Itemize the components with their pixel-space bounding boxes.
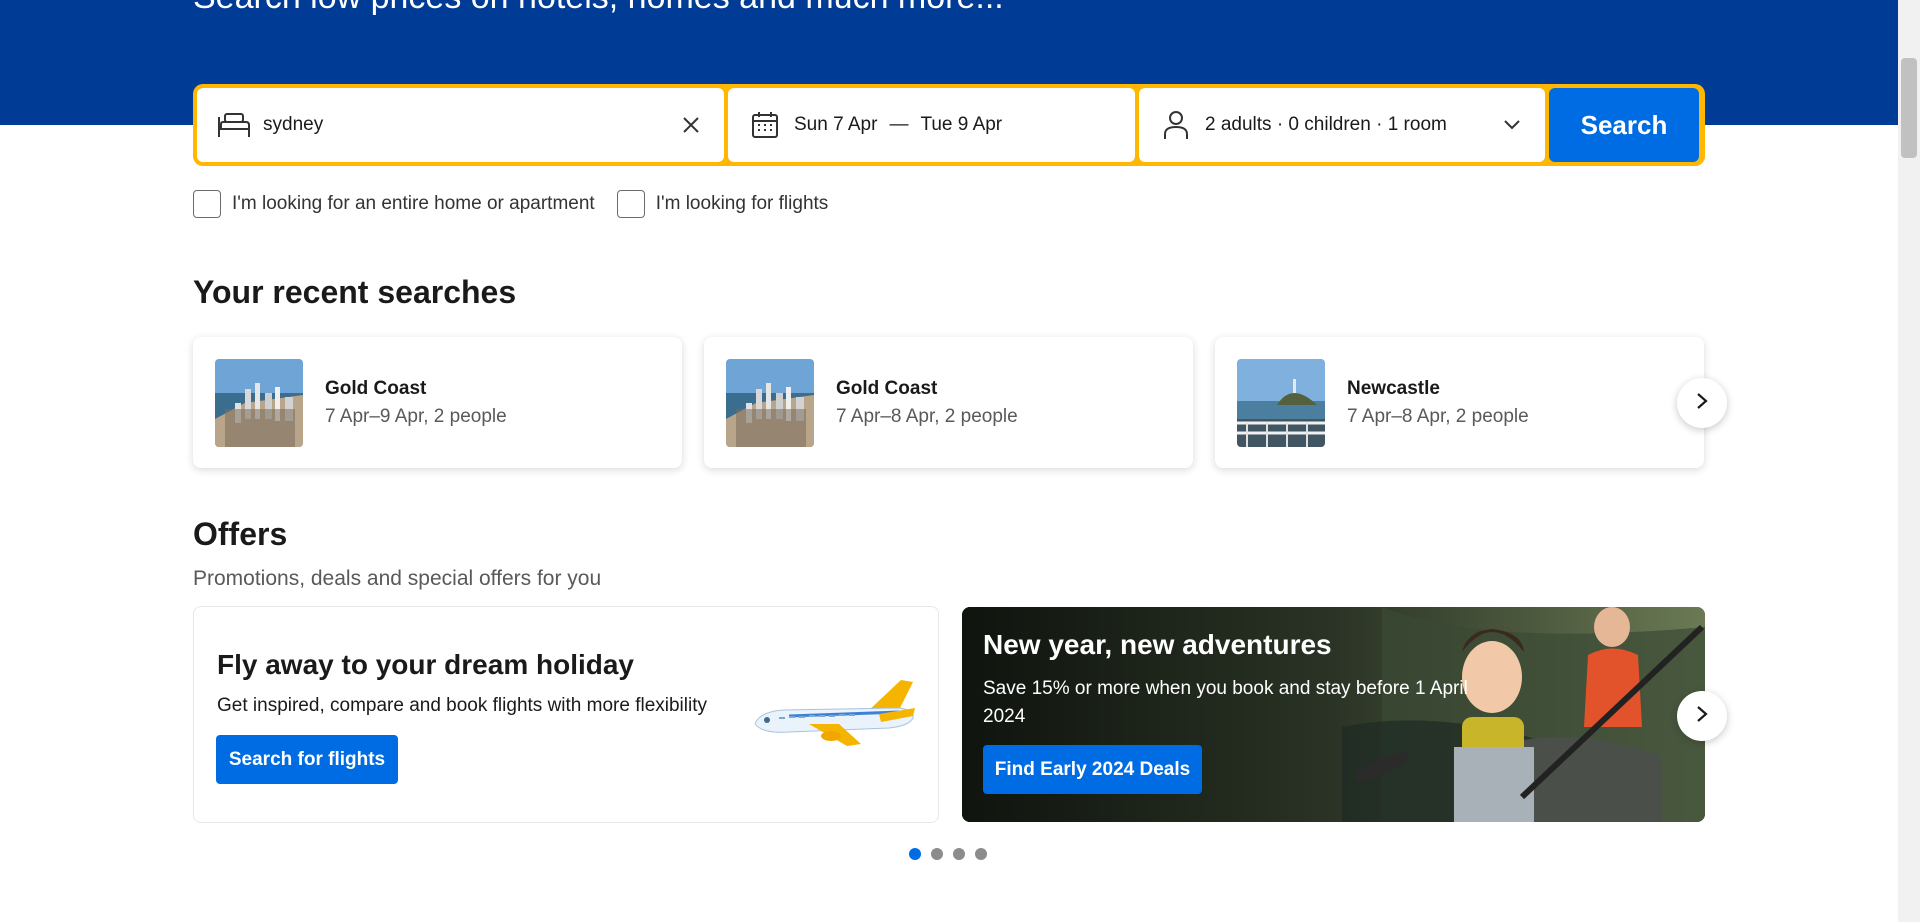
bed-icon xyxy=(217,108,251,142)
chevron-right-icon xyxy=(1696,392,1708,415)
chevron-down-icon[interactable] xyxy=(1499,112,1525,138)
guests-field[interactable]: 2 adults · 0 children · 1 room xyxy=(1139,88,1545,162)
gold-coast-thumbnail xyxy=(726,358,814,447)
recent-search-title: Gold Coast xyxy=(836,377,938,399)
checkbox-box[interactable] xyxy=(193,190,221,218)
pagination-dot[interactable] xyxy=(931,848,943,860)
person-icon xyxy=(1159,108,1193,142)
checkbox-label: I'm looking for flights xyxy=(655,193,829,214)
offers-heading: Offers xyxy=(193,516,288,552)
offer-title: New year, new adventures xyxy=(983,629,1332,660)
pagination-dot[interactable] xyxy=(975,848,987,860)
search-flights-button[interactable]: Search for flights xyxy=(216,735,398,784)
search-button[interactable]: Search xyxy=(1549,88,1699,162)
recent-search-meta: 7 Apr–8 Apr, 2 people xyxy=(836,405,1018,427)
recent-search-title: Gold Coast xyxy=(325,377,427,399)
destination-field[interactable]: sydney xyxy=(197,88,724,162)
search-options: I'm looking for an entire home or apartm… xyxy=(193,190,850,218)
offer-card-flights: Fly away to your dream holiday Get inspi… xyxy=(193,606,939,823)
check-in-date: Sun 7 Apr xyxy=(794,114,878,135)
offers-pagination xyxy=(909,848,987,860)
newcastle-thumbnail xyxy=(1237,358,1325,447)
offer-title: Fly away to your dream holiday xyxy=(217,649,635,680)
flights-checkbox[interactable]: I'm looking for flights xyxy=(616,190,829,218)
pagination-dot[interactable] xyxy=(909,848,921,860)
offer-description: Get inspired, compare and book flights w… xyxy=(217,695,708,716)
recent-search-meta: 7 Apr–9 Apr, 2 people xyxy=(325,405,507,427)
offers-next-button[interactable] xyxy=(1677,691,1727,741)
airplane-illustration xyxy=(749,672,919,757)
destination-input[interactable]: sydney xyxy=(263,114,678,136)
gold-coast-thumbnail xyxy=(215,358,303,447)
scrollbar-thumb[interactable] xyxy=(1901,58,1917,158)
offer-card-adventures: New year, new adventures Save 15% or mor… xyxy=(962,607,1705,822)
find-deals-button[interactable]: Find Early 2024 Deals xyxy=(983,745,1202,794)
recent-search-card[interactable]: Newcastle 7 Apr–8 Apr, 2 people xyxy=(1215,337,1704,468)
checkbox-label: I'm looking for an entire home or apartm… xyxy=(232,193,595,214)
recent-search-title: Newcastle xyxy=(1347,377,1440,399)
recent-search-card[interactable]: Gold Coast 7 Apr–8 Apr, 2 people xyxy=(704,337,1193,468)
recent-searches-heading: Your recent searches xyxy=(193,274,517,310)
recent-search-meta: 7 Apr–8 Apr, 2 people xyxy=(1347,405,1529,427)
date-separator: — xyxy=(889,114,909,135)
recent-search-card[interactable]: Gold Coast 7 Apr–9 Apr, 2 people xyxy=(193,337,682,468)
check-out-date: Tue 9 Apr xyxy=(920,114,1003,135)
offer-description: Save 15% or more when you book and stay … xyxy=(983,678,1468,727)
offers-subtitle: Promotions, deals and special offers for… xyxy=(193,567,602,590)
dates-field[interactable]: Sun 7 Apr — Tue 9 Apr xyxy=(728,88,1135,162)
checkbox-box[interactable] xyxy=(616,190,645,218)
recent-searches-list: Gold Coast 7 Apr–9 Apr, 2 people Gold Co… xyxy=(193,337,1704,468)
calendar-icon xyxy=(748,108,782,142)
pagination-dot[interactable] xyxy=(953,848,965,860)
recent-next-button[interactable] xyxy=(1677,378,1727,428)
entire-home-checkbox[interactable]: I'm looking for an entire home or apartm… xyxy=(193,190,595,218)
guests-summary: 2 adults · 0 children · 1 room xyxy=(1205,114,1447,135)
clear-icon[interactable] xyxy=(678,112,704,138)
hero-title: Search low prices on hotels, homes and m… xyxy=(193,0,1004,17)
chevron-right-icon xyxy=(1696,705,1708,728)
search-bar: sydney Sun 7 Apr — Tue 9 Apr 2 adults · 0 … xyxy=(193,84,1705,166)
